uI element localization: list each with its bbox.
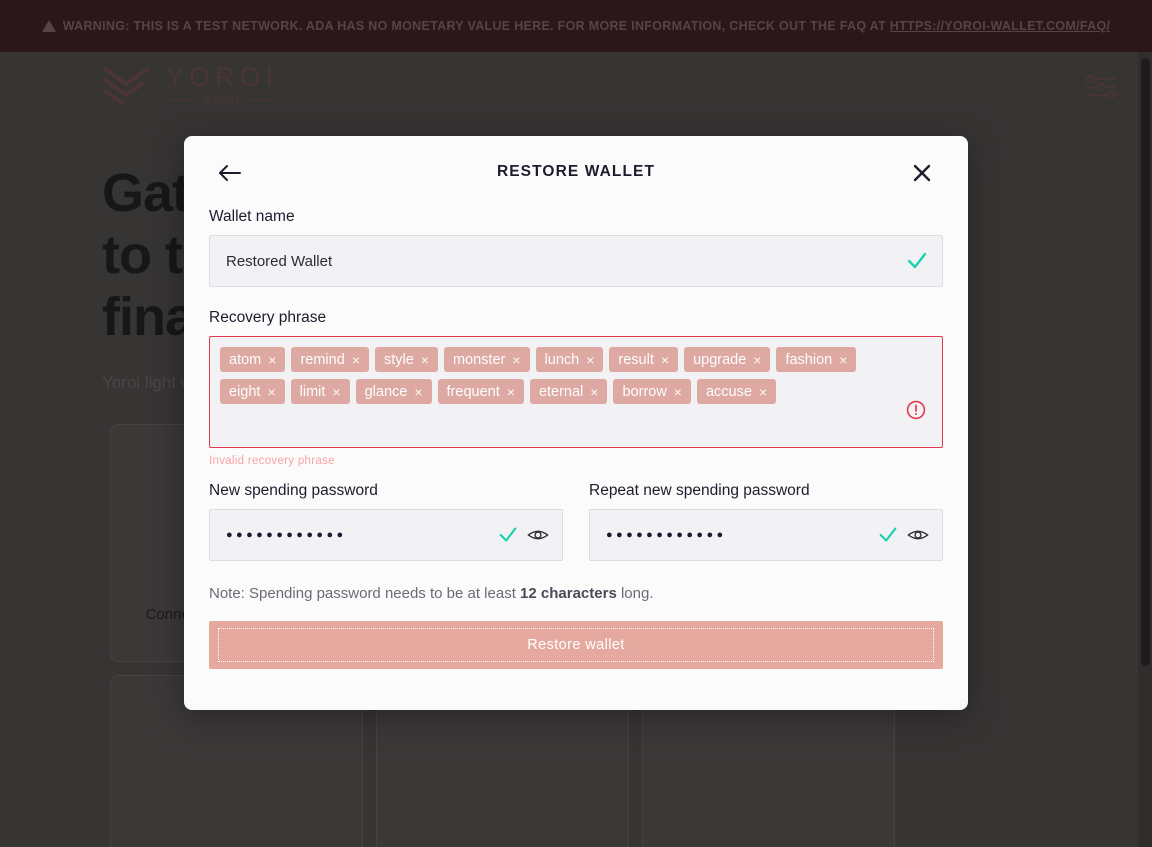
remove-word-icon[interactable]: × <box>839 353 847 367</box>
remove-word-icon[interactable]: × <box>674 385 682 399</box>
dialog-title: RESTORE WALLET <box>496 163 656 180</box>
remove-word-icon[interactable]: × <box>267 385 275 399</box>
check-icon <box>907 252 927 269</box>
close-icon[interactable] <box>907 158 937 188</box>
page-root: WARNING: THIS IS A TEST NETWORK. ADA HAS… <box>0 0 1152 847</box>
recovery-word-label: eternal <box>538 383 584 400</box>
recovery-word-chip[interactable]: remind × <box>291 347 369 372</box>
remove-word-icon[interactable]: × <box>590 385 598 399</box>
recovery-phrase-section: Recovery phrase atom × remind × style × monste… <box>209 309 943 467</box>
new-password-input[interactable]: ●●●●●●●●●●●● <box>209 509 563 561</box>
remove-word-icon[interactable]: × <box>268 353 276 367</box>
note-suffix: long. <box>616 585 654 602</box>
repeat-password-label: Repeat new spending password <box>589 482 810 499</box>
recovery-word-chip[interactable]: result × <box>609 347 679 372</box>
restore-wallet-dialog: RESTORE WALLET Wallet name Restored Wall… <box>184 136 968 710</box>
remove-word-icon[interactable]: × <box>753 353 761 367</box>
recovery-word-label: upgrade <box>693 351 747 368</box>
modal-overlay: RESTORE WALLET Wallet name Restored Wall… <box>0 0 1152 847</box>
remove-word-icon[interactable]: × <box>512 353 520 367</box>
wallet-name-section: Wallet name Restored Wallet <box>209 208 943 287</box>
arrow-left-icon[interactable] <box>215 158 245 188</box>
password-note: Note: Spending password needs to be at l… <box>209 585 943 602</box>
remove-word-icon[interactable]: × <box>507 385 515 399</box>
recovery-word-chip[interactable]: borrow × <box>613 379 691 404</box>
new-password-section: New spending password ●●●●●●●●●●●● <box>209 482 563 561</box>
wallet-name-value: Restored Wallet <box>226 252 333 270</box>
recovery-word-label: atom <box>229 351 262 368</box>
dialog-header: RESTORE WALLET <box>209 136 943 208</box>
eye-icon[interactable] <box>527 527 549 543</box>
repeat-password-section: Repeat new spending password ●●●●●●●●●●●… <box>589 482 943 561</box>
recovery-word-label: glance <box>364 383 408 400</box>
remove-word-icon[interactable]: × <box>759 385 767 399</box>
remove-word-icon[interactable]: × <box>661 353 669 367</box>
password-row: New spending password ●●●●●●●●●●●● Repea… <box>209 482 943 561</box>
recovery-word-label: remind <box>300 351 345 368</box>
remove-word-icon[interactable]: × <box>414 385 422 399</box>
recovery-word-chip[interactable]: upgrade × <box>684 347 771 372</box>
recovery-phrase-error: Invalid recovery phrase <box>209 455 335 467</box>
wallet-name-label: Wallet name <box>209 208 295 225</box>
check-icon <box>499 527 517 542</box>
repeat-password-value: ●●●●●●●●●●●● <box>606 528 727 541</box>
recovery-word-chip[interactable]: eight × <box>220 379 285 404</box>
note-strong: 12 characters <box>520 585 617 602</box>
new-password-value: ●●●●●●●●●●●● <box>226 528 347 541</box>
new-password-label: New spending password <box>209 482 378 499</box>
restore-wallet-submit-label: Restore wallet <box>527 637 625 653</box>
check-icon <box>879 527 897 542</box>
recovery-word-chip[interactable]: frequent × <box>437 379 524 404</box>
recovery-phrase-input[interactable]: atom × remind × style × monster × lunch × result × u… <box>209 336 943 448</box>
recovery-word-chip[interactable]: eternal × <box>529 379 608 404</box>
recovery-word-label: lunch <box>544 351 580 368</box>
note-prefix: Note: Spending password needs to be at l… <box>209 585 521 602</box>
repeat-password-input[interactable]: ●●●●●●●●●●●● <box>589 509 943 561</box>
recovery-word-label: limit <box>299 383 326 400</box>
restore-wallet-submit-button[interactable]: Restore wallet <box>209 621 943 669</box>
recovery-word-label: borrow <box>622 383 667 400</box>
recovery-word-label: style <box>383 351 414 368</box>
recovery-word-chip[interactable]: lunch × <box>535 347 604 372</box>
recovery-word-chip[interactable]: limit × <box>290 379 350 404</box>
remove-word-icon[interactable]: × <box>352 353 360 367</box>
recovery-word-label: fashion <box>785 351 833 368</box>
remove-word-icon[interactable]: × <box>586 353 594 367</box>
remove-word-icon[interactable]: × <box>332 385 340 399</box>
recovery-word-label: frequent <box>446 383 500 400</box>
recovery-word-chip[interactable]: fashion × <box>776 347 857 372</box>
remove-word-icon[interactable]: × <box>421 353 429 367</box>
recovery-word-chip[interactable]: glance × <box>355 379 432 404</box>
recovery-word-label: eight <box>229 383 261 400</box>
error-circle-icon <box>906 400 926 420</box>
recovery-word-chip[interactable]: atom × <box>220 347 286 372</box>
recovery-word-label: monster <box>452 351 506 368</box>
recovery-word-chip[interactable]: accuse × <box>696 379 777 404</box>
eye-icon[interactable] <box>907 527 929 543</box>
recovery-word-chip[interactable]: style × <box>374 347 438 372</box>
recovery-word-label: result <box>618 351 654 368</box>
recovery-word-chip[interactable]: monster × <box>443 347 530 372</box>
wallet-name-input[interactable]: Restored Wallet <box>209 235 943 287</box>
recovery-phrase-label: Recovery phrase <box>209 309 327 326</box>
recovery-word-label: accuse <box>705 383 752 400</box>
